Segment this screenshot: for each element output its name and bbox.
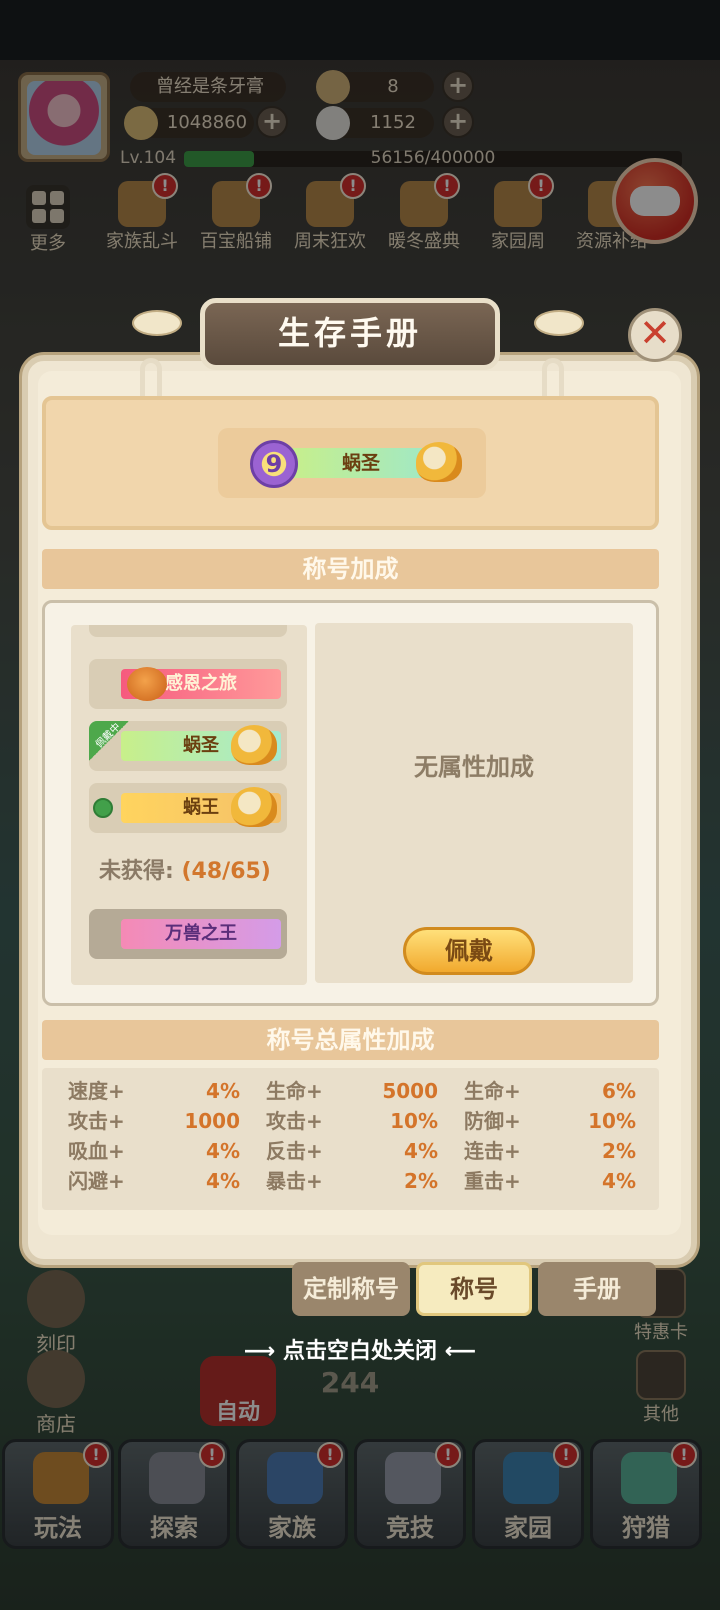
- tab-custom-title[interactable]: 定制称号: [292, 1262, 410, 1316]
- section-header-bonus: 称号加成: [42, 549, 659, 589]
- stat-value: 4%: [602, 1169, 636, 1193]
- stat-value: 6%: [602, 1079, 636, 1103]
- stat-value: 2%: [602, 1139, 636, 1163]
- stat-value: 2%: [404, 1169, 438, 1193]
- stat-value: 4%: [206, 1169, 240, 1193]
- snail-icon: [416, 442, 462, 482]
- wear-button[interactable]: 佩戴: [403, 927, 535, 975]
- section-header-total: 称号总属性加成: [42, 1020, 659, 1060]
- stat-item: 吸血+ 4%: [68, 1136, 240, 1166]
- stat-key: 闪避+: [68, 1169, 125, 1193]
- stats-grid: 速度+ 4% 生命+ 5000 生命+ 6% 攻击+ 1000 攻击+ 10% 防御+ 10% 吸血+ 4…: [42, 1068, 659, 1210]
- stat-item: 速度+ 4%: [68, 1076, 240, 1106]
- snail-icon: [231, 787, 277, 827]
- stat-value: 4%: [206, 1079, 240, 1103]
- no-attribute-text: 无属性加成: [414, 753, 534, 781]
- list-item[interactable]: 万兽之王: [89, 909, 287, 959]
- clock-icon: [93, 798, 113, 818]
- stat-item: 闪避+ 4%: [68, 1166, 240, 1196]
- stat-key: 重击+: [464, 1169, 521, 1193]
- unobtained-count: (48/65): [181, 859, 271, 884]
- tab-title[interactable]: 称号: [416, 1262, 532, 1316]
- stat-key: 暴击+: [266, 1169, 323, 1193]
- equipped-tag-text: 佩戴中: [93, 721, 123, 751]
- current-title-chip: 蜗圣 9: [250, 440, 462, 488]
- list-item[interactable]: 蜗圣 佩戴中: [89, 721, 287, 771]
- titles-list[interactable]: 感恩之旅 蜗圣 佩戴中 蜗王 未获得: (48/65) 万兽之王: [71, 625, 307, 985]
- stat-item: 暴击+ 2%: [266, 1166, 438, 1196]
- stat-key: 生命+: [464, 1079, 521, 1103]
- stat-key: 反击+: [266, 1139, 323, 1163]
- turkey-icon: [127, 667, 167, 701]
- stat-value: 4%: [404, 1139, 438, 1163]
- close-hint-text: 点击空白处关闭: [282, 1339, 437, 1364]
- stat-item: 生命+ 5000: [266, 1076, 438, 1106]
- stat-key: 生命+: [266, 1079, 323, 1103]
- stat-item: 防御+ 10%: [464, 1106, 636, 1136]
- stat-value: 10%: [588, 1109, 636, 1133]
- snail-icon: [231, 725, 277, 765]
- close-hint: ⟶ 点击空白处关闭 ⟵: [243, 1339, 477, 1364]
- titles-panel: 感恩之旅 蜗圣 佩戴中 蜗王 未获得: (48/65) 万兽之王 无属性加成 佩…: [42, 600, 659, 1006]
- close-icon: ✕: [639, 311, 671, 355]
- title-level-badge: 9: [250, 440, 298, 488]
- stat-item: 重击+ 4%: [464, 1166, 636, 1196]
- stat-value: 5000: [382, 1079, 438, 1103]
- stat-key: 攻击+: [68, 1109, 125, 1133]
- list-item[interactable]: [89, 625, 287, 637]
- unobtained-text: 未获得:: [99, 859, 174, 884]
- stat-item: 攻击+ 1000: [68, 1106, 240, 1136]
- equipped-tag: 佩戴中: [89, 721, 129, 761]
- stat-key: 速度+: [68, 1079, 125, 1103]
- tab-handbook[interactable]: 手册: [538, 1262, 656, 1316]
- stat-item: 攻击+ 10%: [266, 1106, 438, 1136]
- stat-key: 防御+: [464, 1109, 521, 1133]
- stat-value: 1000: [184, 1109, 240, 1133]
- list-item[interactable]: 感恩之旅: [89, 659, 287, 709]
- title-ribbon: 万兽之王: [121, 919, 281, 949]
- list-item[interactable]: 蜗王: [89, 783, 287, 833]
- stat-key: 吸血+: [68, 1139, 125, 1163]
- title-detail: 无属性加成 佩戴: [315, 623, 633, 983]
- stat-value: 10%: [390, 1109, 438, 1133]
- unobtained-label: 未获得: (48/65): [99, 853, 271, 885]
- stat-key: 攻击+: [266, 1109, 323, 1133]
- stat-value: 4%: [206, 1139, 240, 1163]
- current-title-name: 蜗圣: [286, 448, 436, 478]
- close-button[interactable]: ✕: [628, 308, 682, 362]
- horn-decoration: [534, 310, 584, 336]
- dialog-title: 生存手册: [200, 298, 500, 370]
- stat-item: 连击+ 2%: [464, 1136, 636, 1166]
- stat-item: 生命+ 6%: [464, 1076, 636, 1106]
- stat-key: 连击+: [464, 1139, 521, 1163]
- dialog-tabs: 定制称号 称号 手册: [292, 1262, 656, 1318]
- stat-item: 反击+ 4%: [266, 1136, 438, 1166]
- horn-decoration: [132, 310, 182, 336]
